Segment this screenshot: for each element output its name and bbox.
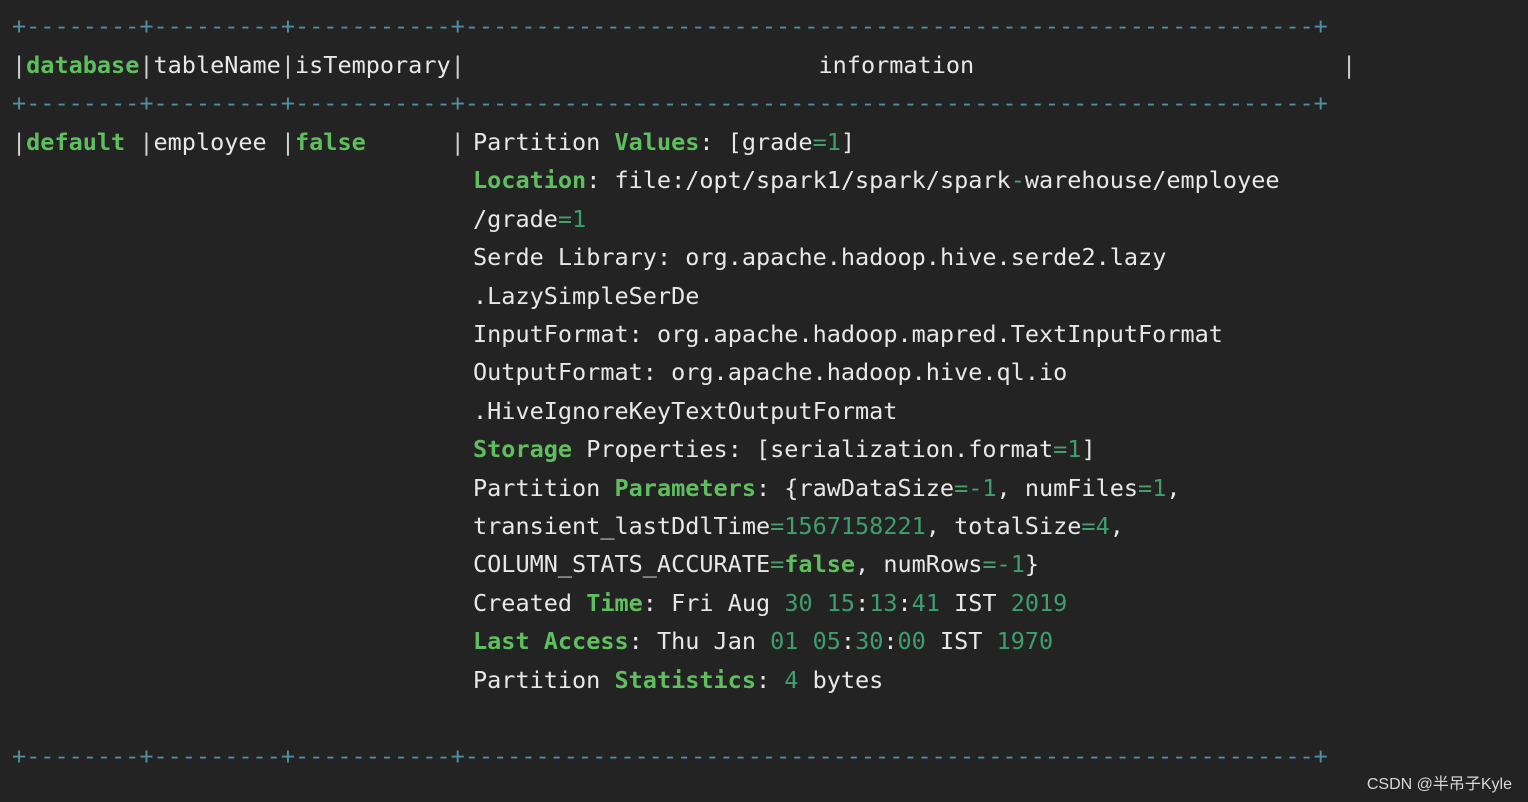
info-line: /grade=1	[473, 204, 587, 233]
info-line: COLUMN_STATS_ACCURATE=false, numRows=-1}	[473, 550, 1039, 579]
table-header-border: +--------+---------+-----------+--------…	[12, 89, 1328, 117]
header-istemporary: isTemporary	[295, 51, 451, 79]
cell-istemporary: false	[295, 128, 366, 156]
info-line: Partition Statistics: 4 bytes	[473, 665, 884, 694]
info-line: Serde Library: org.apache.hadoop.hive.se…	[473, 243, 1167, 272]
info-line: Storage Properties: [serialization.forma…	[473, 435, 1096, 464]
info-line: Last Access: Thu Jan 01 05:30:00 IST 197…	[473, 627, 1054, 656]
cell-tablename: employee	[153, 128, 267, 156]
header-database: database	[26, 51, 140, 79]
cell-database: default	[26, 128, 126, 156]
info-line: transient_lastDdlTime=1567158221, totalS…	[473, 512, 1124, 540]
table-header-row: |database|tableName|isTemporary| informa…	[12, 51, 1357, 79]
info-line: OutputFormat: org.apache.hadoop.hive.ql.…	[473, 358, 1068, 387]
header-tablename: tableName	[153, 51, 281, 79]
header-information: information	[818, 51, 975, 79]
table-row: |default |employee |false |	[12, 128, 465, 156]
info-line: Partition Values: [grade=1]	[473, 128, 856, 156]
info-line: Partition Parameters: {rawDataSize=-1, n…	[473, 473, 1181, 502]
info-line: .LazySimpleSerDe	[473, 281, 700, 310]
table-bottom-border: +--------+---------+-----------+--------…	[12, 742, 1328, 770]
table-top-border: +--------+---------+-----------+--------…	[12, 12, 1328, 40]
info-line: InputFormat: org.apache.hadoop.mapred.Te…	[473, 320, 1223, 348]
info-line: Location: file:/opt/spark1/spark/spark-w…	[473, 166, 1280, 195]
info-line: .HiveIgnoreKeyTextOutputFormat	[473, 396, 898, 425]
csdn-watermark: CSDN @半吊子Kyle	[1366, 776, 1512, 793]
info-line: Created Time: Fri Aug 30 15:13:41 IST 20…	[473, 588, 1068, 617]
